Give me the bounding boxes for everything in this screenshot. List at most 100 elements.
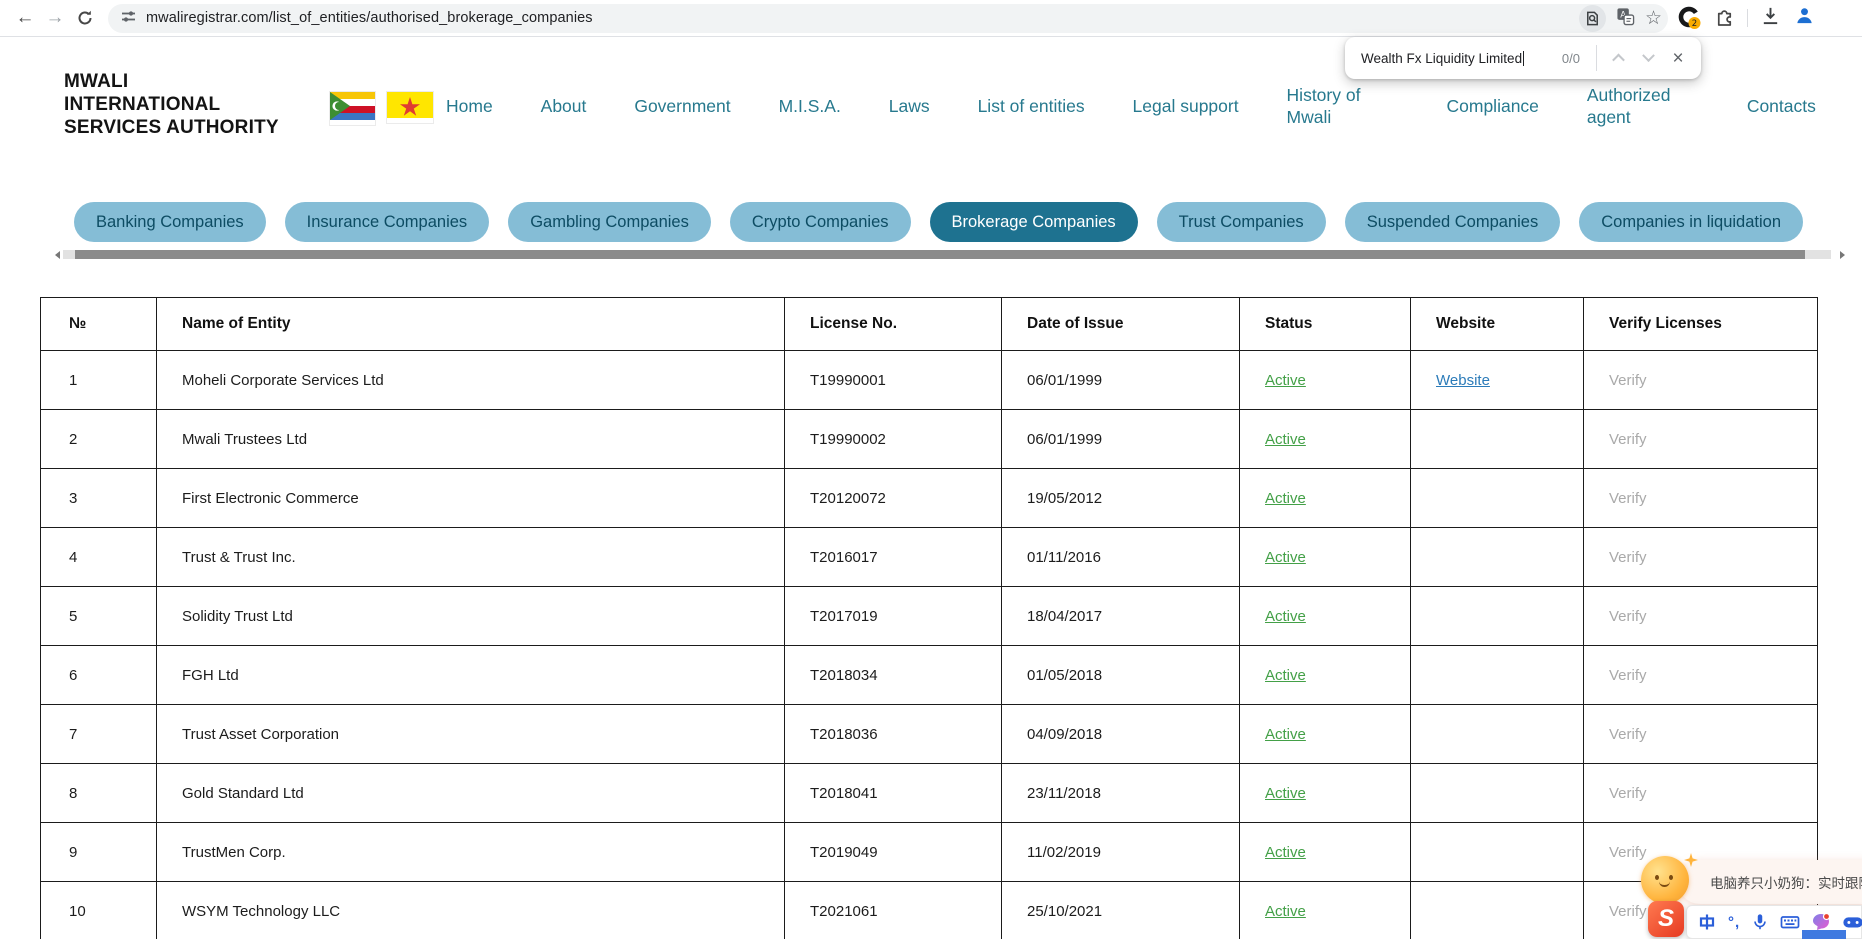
status-link[interactable]: Active	[1265, 490, 1306, 507]
status-link[interactable]: Active	[1265, 844, 1306, 861]
verify-link[interactable]: Verify	[1609, 785, 1647, 802]
find-input[interactable]: Wealth Fx Liquidity Limited	[1361, 51, 1522, 66]
status-link[interactable]: Active	[1265, 726, 1306, 743]
category-tab[interactable]: Banking Companies	[74, 202, 266, 242]
forward-icon[interactable]: →	[40, 3, 70, 33]
category-tab[interactable]: Gambling Companies	[508, 202, 711, 242]
verify-link[interactable]: Verify	[1609, 667, 1647, 684]
find-previous-icon[interactable]	[1603, 43, 1633, 73]
column-header: №	[41, 298, 157, 351]
table-header-row: №Name of EntityLicense No.Date of IssueS…	[41, 298, 1818, 351]
find-close-icon[interactable]: ×	[1663, 43, 1693, 73]
table-row: 7 Trust Asset Corporation T2018036 04/09…	[41, 705, 1818, 764]
chinese-mode-icon[interactable]	[1697, 912, 1717, 932]
row-number: 8	[41, 764, 157, 823]
find-next-icon[interactable]	[1633, 43, 1663, 73]
category-tab[interactable]: Trust Companies	[1157, 202, 1326, 242]
table-row: 4 Trust & Trust Inc. T2016017 01/11/2016…	[41, 528, 1818, 587]
status-link[interactable]: Active	[1265, 785, 1306, 802]
extension-ring-badge-icon[interactable]: 2	[1678, 6, 1702, 30]
entity-name: Trust Asset Corporation	[157, 705, 785, 764]
sogou-logo-icon[interactable]: S	[1648, 901, 1684, 937]
category-tab[interactable]: Insurance Companies	[285, 202, 490, 242]
scrollbar-right-arrow-icon[interactable]	[1840, 251, 1845, 259]
nav-link[interactable]: Home	[446, 95, 493, 117]
nav-link[interactable]: Contacts	[1747, 95, 1816, 117]
date-of-issue: 01/11/2016	[1002, 528, 1240, 587]
download-icon[interactable]	[1760, 5, 1781, 31]
site-logo[interactable]: MWALI INTERNATIONAL SERVICES AUTHORITY	[64, 70, 279, 139]
row-number: 3	[41, 469, 157, 528]
table-row: 10 WSYM Technology LLC T2021061 25/10/20…	[41, 882, 1818, 939]
verify-link[interactable]: Verify	[1609, 549, 1647, 566]
profile-icon[interactable]	[1793, 4, 1816, 32]
logo-line-1: MWALI	[64, 70, 279, 93]
verify-link[interactable]: Verify	[1609, 726, 1647, 743]
skin-brush-icon[interactable]	[1811, 912, 1831, 932]
reload-icon[interactable]	[70, 3, 100, 33]
verify-link[interactable]: Verify	[1609, 608, 1647, 625]
entities-table: №Name of EntityLicense No.Date of IssueS…	[40, 297, 1818, 939]
license-number: T2019049	[785, 823, 1002, 882]
nav-link[interactable]: List of entities	[978, 95, 1085, 117]
bookmark-star-icon[interactable]: ☆	[1645, 9, 1662, 28]
microphone-icon[interactable]	[1751, 913, 1769, 931]
svg-text:2: 2	[1692, 19, 1697, 29]
urlbar-action-icons: A ☆	[1579, 5, 1662, 32]
site-info-icon[interactable]	[120, 8, 137, 29]
status-link[interactable]: Active	[1265, 372, 1306, 389]
scrollbar-thumb[interactable]	[75, 250, 1805, 259]
sparkle-icon	[1684, 853, 1698, 872]
entity-name: First Electronic Commerce	[157, 469, 785, 528]
table-row: 3 First Electronic Commerce T20120072 19…	[41, 469, 1818, 528]
extensions-puzzle-icon[interactable]	[1714, 5, 1735, 31]
sun-emoji-icon[interactable]	[1641, 856, 1689, 904]
entity-name: Mwali Trustees Ltd	[157, 410, 785, 469]
status-link[interactable]: Active	[1265, 903, 1306, 920]
main-navigation: Home About Government M.I.S.A. Laws List of e…	[446, 80, 1816, 132]
entity-name: Trust & Trust Inc.	[157, 528, 785, 587]
status-link[interactable]: Active	[1265, 549, 1306, 566]
translate-icon[interactable]: A	[1616, 7, 1635, 30]
verify-link[interactable]: Verify	[1609, 431, 1647, 448]
comoros-flag	[330, 92, 375, 125]
scrollbar-left-arrow-icon[interactable]	[55, 251, 60, 259]
url-text[interactable]: mwaliregistrar.com/list_of_entities/auth…	[146, 10, 1571, 26]
row-number: 6	[41, 646, 157, 705]
punctuation-icon[interactable]: °,	[1728, 914, 1740, 931]
license-number: T2018041	[785, 764, 1002, 823]
nav-link[interactable]: History of Mwali	[1287, 84, 1399, 129]
verify-link[interactable]: Verify	[1609, 490, 1647, 507]
status-link[interactable]: Active	[1265, 608, 1306, 625]
back-icon[interactable]: ←	[10, 3, 40, 33]
find-in-page-icon[interactable]	[1579, 5, 1606, 32]
column-header: License No.	[785, 298, 1002, 351]
nav-link[interactable]: Compliance	[1447, 95, 1539, 117]
nav-link[interactable]: Legal support	[1133, 95, 1239, 117]
verify-link[interactable]: Verify	[1609, 372, 1647, 389]
category-tab[interactable]: Brokerage Companies	[930, 202, 1138, 242]
category-tab[interactable]: Suspended Companies	[1345, 202, 1561, 242]
keyboard-icon[interactable]	[1780, 912, 1800, 932]
nav-link[interactable]: About	[541, 95, 587, 117]
nav-link[interactable]: M.I.S.A.	[779, 95, 841, 117]
entity-name: TrustMen Corp.	[157, 823, 785, 882]
address-bar[interactable]: mwaliregistrar.com/list_of_entities/auth…	[108, 4, 1668, 33]
verify-link[interactable]: Verify	[1609, 844, 1647, 861]
status-link[interactable]: Active	[1265, 431, 1306, 448]
category-tab[interactable]: Crypto Companies	[730, 202, 911, 242]
entity-name: WSYM Technology LLC	[157, 882, 785, 939]
nav-link[interactable]: Laws	[889, 95, 930, 117]
nav-link[interactable]: Government	[634, 95, 730, 117]
website-link[interactable]: Website	[1436, 372, 1490, 389]
entity-name: Moheli Corporate Services Ltd	[157, 351, 785, 410]
status-link[interactable]: Active	[1265, 667, 1306, 684]
mwali-flag	[387, 92, 433, 123]
entity-name: FGH Ltd	[157, 646, 785, 705]
verify-link[interactable]: Verify	[1609, 903, 1647, 920]
tabs-scrollbar[interactable]	[63, 250, 1831, 259]
category-tab[interactable]: Companies in liquidation	[1579, 202, 1803, 242]
logo-line-2: INTERNATIONAL	[64, 93, 279, 116]
nav-link[interactable]: Authorized agent	[1587, 84, 1699, 129]
game-center-icon[interactable]	[1842, 912, 1862, 932]
